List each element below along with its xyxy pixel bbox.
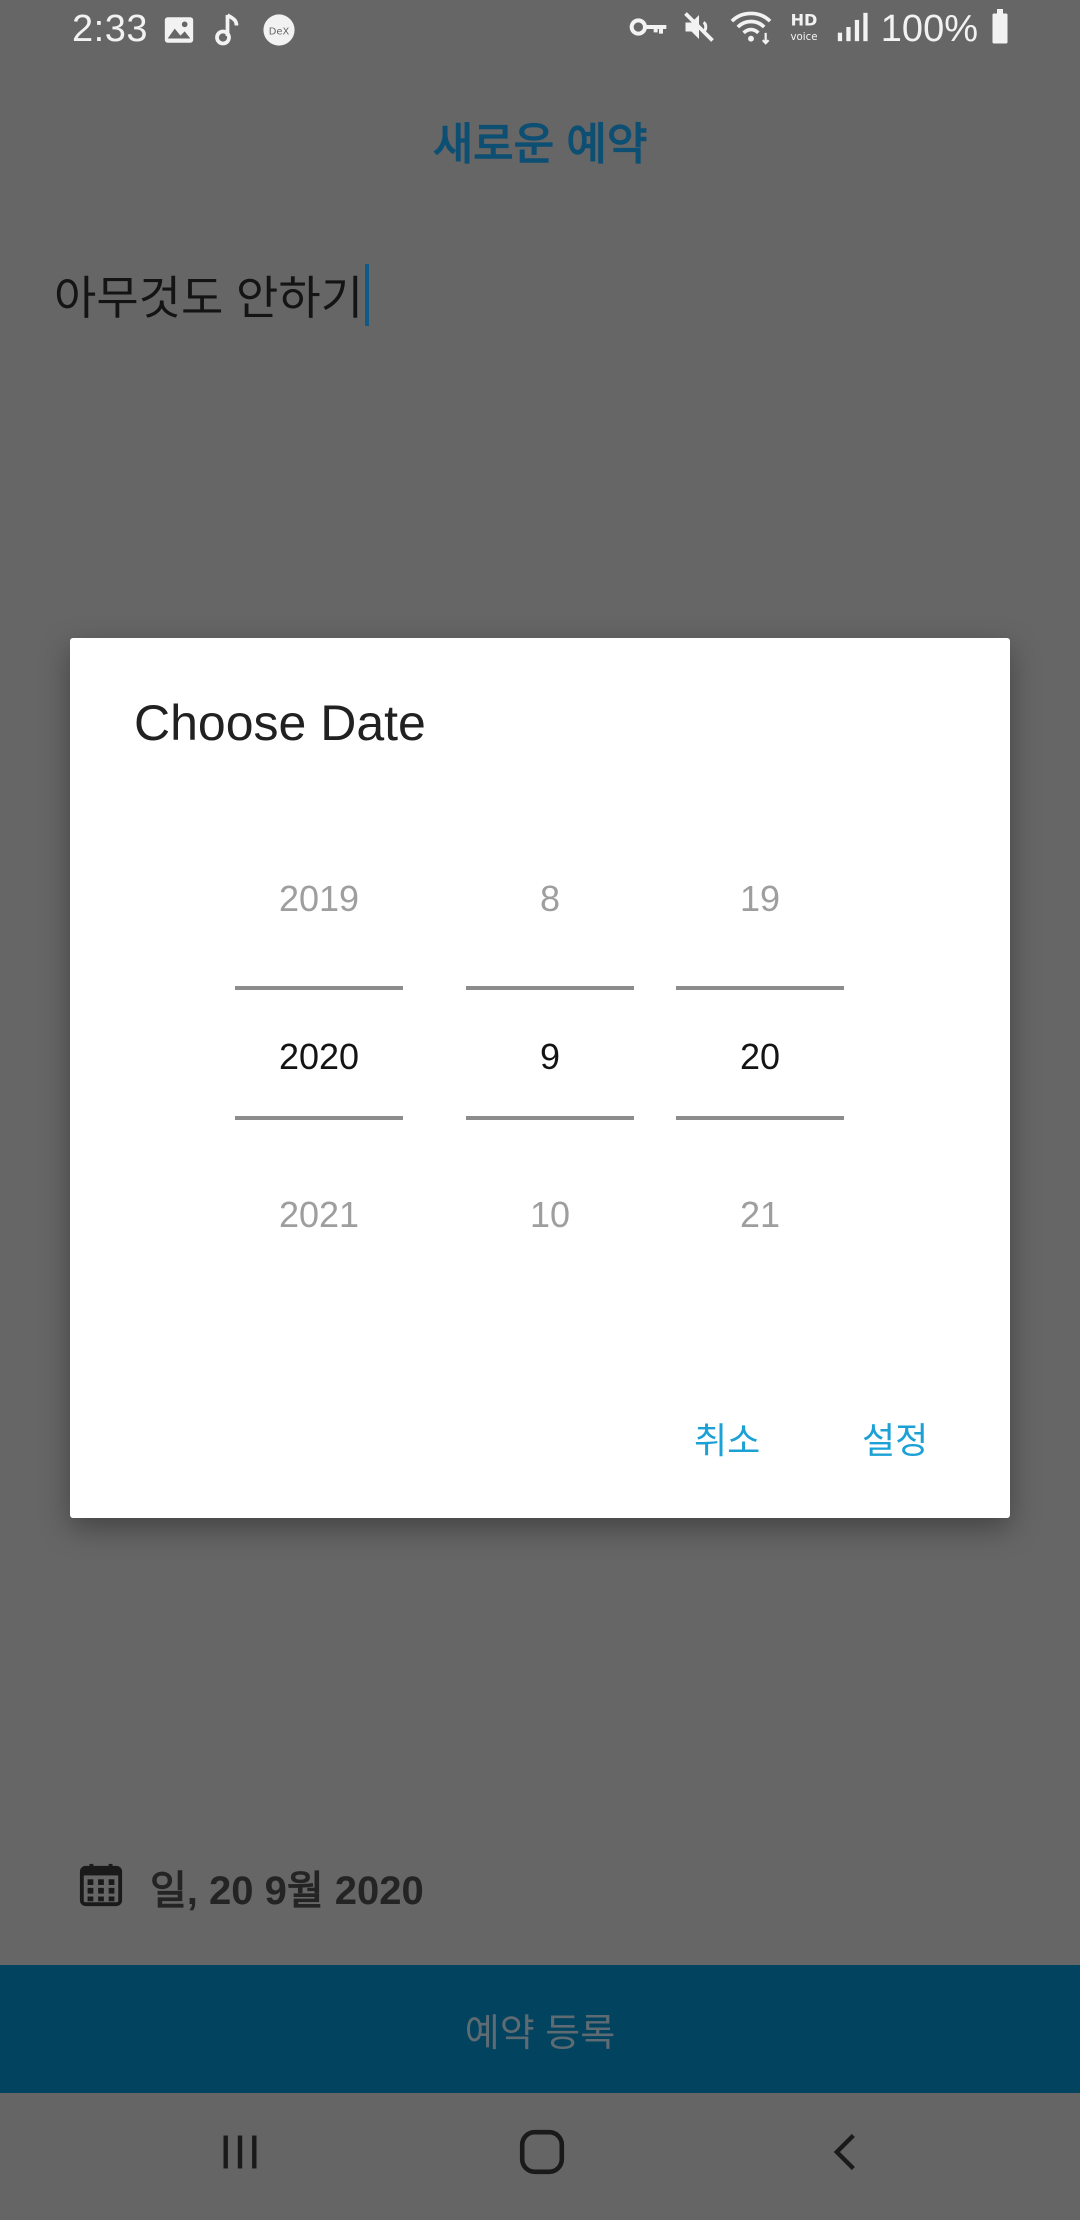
day-divider-bottom — [676, 1116, 844, 1120]
cancel-button[interactable]: 취소 — [694, 1412, 760, 1464]
year-divider-top — [235, 986, 403, 990]
day-next[interactable]: 21 — [676, 1194, 844, 1236]
status-time: 2:33 — [72, 8, 148, 50]
year-next[interactable]: 2021 — [235, 1194, 403, 1236]
key-icon — [629, 12, 669, 47]
day-selected[interactable]: 20 — [676, 1036, 844, 1078]
recent-apps-icon — [218, 2130, 262, 2179]
selected-date-text: 일, 20 9월 2020 — [150, 1869, 424, 1913]
recent-apps-button[interactable] — [200, 2119, 280, 2189]
day-prev[interactable]: 19 — [676, 878, 844, 920]
navigation-bar — [0, 2093, 1080, 2220]
status-bar: 2:33 DeX HD voice 100% — [0, 0, 1080, 64]
dex-icon: DeX — [262, 13, 296, 52]
calendar-icon — [78, 1862, 124, 1913]
back-icon — [824, 2130, 868, 2179]
year-picker[interactable]: 2019 2020 2021 — [235, 638, 403, 1518]
battery-percentage: 100% — [880, 8, 978, 50]
register-reservation-button[interactable]: 예약 등록 — [0, 1965, 1080, 2093]
year-selected[interactable]: 2020 — [235, 1036, 403, 1078]
confirm-button[interactable]: 설정 — [862, 1412, 928, 1464]
music-note-icon — [214, 12, 244, 53]
month-next[interactable]: 10 — [466, 1194, 634, 1236]
page-title: 새로운 예약 — [432, 120, 648, 169]
day-divider-top — [676, 986, 844, 990]
hd-voice-icon: HD voice — [785, 9, 823, 50]
wifi-icon — [729, 9, 773, 50]
svg-text:HD: HD — [790, 11, 817, 30]
month-prev[interactable]: 8 — [466, 878, 634, 920]
memo-input[interactable]: 아무것도 안하기 — [54, 262, 370, 328]
image-icon — [162, 13, 196, 52]
year-prev[interactable]: 2019 — [235, 878, 403, 920]
status-notification-icons: DeX — [162, 12, 296, 53]
month-selected[interactable]: 9 — [466, 1036, 634, 1078]
date-selector[interactable]: 일, 20 9월 2020 — [78, 1858, 424, 1916]
svg-text:voice: voice — [790, 32, 817, 43]
register-reservation-label: 예약 등록 — [464, 2012, 616, 2055]
day-picker[interactable]: 19 20 21 — [676, 638, 844, 1518]
text-cursor — [365, 264, 370, 326]
year-divider-bottom — [235, 1116, 403, 1120]
battery-icon — [990, 9, 1010, 50]
svg-text:DeX: DeX — [269, 26, 290, 37]
memo-input-value: 아무것도 안하기 — [54, 272, 364, 324]
choose-date-dialog: Choose Date 2019 2020 2021 8 9 10 19 20 … — [70, 638, 1010, 1518]
mute-icon — [681, 9, 717, 50]
status-system-icons: HD voice 100% — [629, 8, 1010, 51]
home-icon — [517, 2127, 567, 2182]
signal-icon — [835, 10, 869, 49]
month-divider-top — [466, 986, 634, 990]
home-button[interactable] — [502, 2119, 582, 2189]
month-divider-bottom — [466, 1116, 634, 1120]
back-button[interactable] — [806, 2119, 886, 2189]
month-picker[interactable]: 8 9 10 — [466, 638, 634, 1518]
